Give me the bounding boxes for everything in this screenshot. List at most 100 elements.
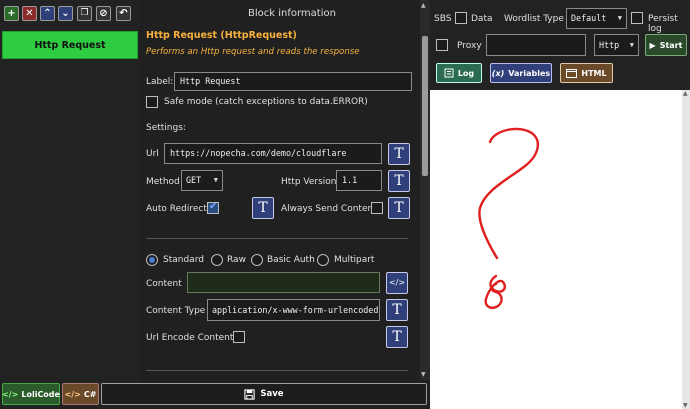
data-label: Data — [471, 14, 493, 24]
persist-log-checkbox[interactable] — [631, 12, 643, 24]
scroll-down-icon[interactable]: ▼ — [683, 402, 688, 409]
sbs-label: SBS — [434, 14, 452, 24]
csharp-button[interactable]: </> C# — [62, 383, 99, 405]
url-label: Url — [146, 149, 159, 159]
mode-standard-radio[interactable] — [146, 254, 158, 266]
block-info-panel: Block information Http Request (HttpRequ… — [140, 0, 430, 409]
variables-tab-button[interactable]: (x) Variables — [490, 63, 552, 83]
section-divider — [146, 238, 408, 239]
content-code-editor-button[interactable]: </> — [386, 272, 408, 294]
remove-block-button[interactable]: ✕ — [22, 6, 37, 21]
persist-log-label: Persist log — [648, 14, 678, 34]
html-icon — [566, 68, 578, 78]
proxy-checkbox[interactable] — [436, 39, 448, 51]
block-list-panel: + ✕ ⌃ ⌄ ❐ ⊘ ↶ Http Request </> LoliCode … — [0, 0, 140, 409]
http-version-variable-toggle-button[interactable]: T — [388, 170, 410, 192]
http-version-input[interactable]: 1.1 — [336, 170, 382, 191]
scroll-up-icon[interactable]: ▲ — [421, 2, 426, 9]
data-checkbox[interactable] — [455, 12, 467, 24]
log-icon — [444, 68, 454, 78]
block-item-http-request[interactable]: Http Request — [2, 31, 138, 59]
play-icon: ▶ — [649, 40, 656, 50]
variables-label: Variables — [508, 68, 551, 78]
lolicode-label: LoliCode — [21, 389, 60, 399]
mode-standard-label: Standard — [163, 255, 204, 265]
output-canvas[interactable] — [430, 90, 682, 409]
content-input[interactable] — [187, 272, 380, 293]
label-input[interactable]: Http Request — [174, 72, 412, 91]
undo-button[interactable]: ↶ — [116, 6, 131, 21]
csharp-label: C# — [83, 389, 97, 399]
start-button[interactable]: ▶ Start — [645, 34, 687, 56]
output-scrollbar[interactable]: ▲ ▼ — [682, 90, 690, 409]
url-encode-content-label: Url Encode Content — [146, 333, 234, 343]
lolicode-button[interactable]: </> LoliCode — [2, 383, 60, 405]
safe-mode-checkbox[interactable] — [146, 96, 158, 108]
proxy-input[interactable] — [486, 34, 586, 56]
mode-basic-auth-label: Basic Auth — [267, 255, 315, 265]
save-button[interactable]: Save — [101, 383, 427, 405]
method-label: Method — [146, 177, 180, 187]
block-description: Performs an Http request and reads the r… — [146, 47, 360, 57]
chevron-down-icon: ▼ — [629, 41, 634, 49]
html-tab-button[interactable]: HTML — [560, 63, 613, 83]
proxy-type-select[interactable]: Http ▼ — [594, 34, 639, 56]
url-encode-content-checkbox[interactable] — [233, 331, 245, 343]
add-block-button[interactable]: + — [4, 6, 19, 21]
html-label: HTML — [581, 68, 607, 78]
chevron-down-icon: ▼ — [213, 176, 218, 184]
mode-raw-label: Raw — [227, 255, 246, 265]
start-label: Start — [659, 40, 683, 50]
mode-basic-auth-radio[interactable] — [251, 254, 263, 266]
mode-multipart-radio[interactable] — [317, 254, 329, 266]
block-name: Http Request (HttpRequest) — [146, 30, 297, 41]
wordlist-type-label: Wordlist Type — [504, 14, 564, 24]
label-caption: Label: — [146, 77, 174, 87]
scroll-down-icon[interactable]: ▼ — [421, 371, 426, 378]
settings-heading: Settings: — [146, 123, 186, 133]
auto-redirect-checkbox[interactable] — [207, 201, 219, 214]
content-label: Content — [146, 279, 182, 289]
method-value: GET — [186, 175, 202, 185]
scroll-up-icon[interactable]: ▲ — [683, 90, 688, 97]
content-type-variable-toggle-button[interactable]: T — [386, 299, 408, 321]
section-divider — [146, 370, 408, 371]
save-icon — [244, 388, 256, 400]
always-send-content-variable-toggle-button[interactable]: T — [388, 197, 410, 219]
proxy-label: Proxy — [457, 41, 482, 51]
wordlist-type-select[interactable]: Default ▼ — [566, 8, 627, 29]
auto-redirect-variable-toggle-button[interactable]: T — [252, 197, 274, 219]
move-up-button[interactable]: ⌃ — [40, 6, 55, 21]
url-input[interactable]: https://nopecha.com/demo/cloudflare — [164, 143, 382, 164]
content-type-label: Content Type — [146, 306, 206, 316]
always-send-content-checkbox[interactable] — [371, 202, 383, 214]
always-send-content-label: Always Send Content — [281, 204, 377, 214]
log-tab-button[interactable]: Log — [436, 63, 482, 83]
wordlist-type-value: Default — [571, 13, 607, 23]
variables-icon: (x) — [491, 68, 505, 78]
debugger-controls: SBS Data Wordlist Type Default ▼ Persist… — [430, 0, 690, 90]
chevron-down-icon: ▼ — [617, 14, 622, 22]
debugger-panel: SBS Data Wordlist Type Default ▼ Persist… — [430, 0, 690, 409]
auto-redirect-label: Auto Redirect — [146, 204, 207, 214]
content-type-input[interactable]: application/x-www-form-urlencoded — [207, 299, 380, 321]
panel-title: Block information — [248, 8, 336, 19]
disable-block-button[interactable]: ⊘ — [96, 6, 111, 21]
log-label: Log — [457, 68, 475, 78]
mode-multipart-label: Multipart — [334, 255, 375, 265]
mode-raw-radio[interactable] — [211, 254, 223, 266]
save-label: Save — [260, 389, 284, 399]
code-icon: </> — [2, 389, 19, 399]
url-encode-variable-toggle-button[interactable]: T — [386, 326, 408, 348]
proxy-type-value: Http — [599, 40, 620, 50]
clone-block-button[interactable]: ❐ — [77, 6, 92, 21]
block-info-scrollbar[interactable]: ▲ ▼ — [420, 0, 430, 380]
http-version-label: Http Version — [281, 177, 337, 187]
method-select[interactable]: GET ▼ — [181, 170, 223, 191]
red-question-mark-scribble — [478, 127, 540, 309]
move-down-button[interactable]: ⌄ — [58, 6, 73, 21]
code-icon: </> — [64, 389, 81, 399]
scrollbar-thumb[interactable] — [422, 36, 428, 176]
url-variable-toggle-button[interactable]: T — [388, 143, 410, 165]
safe-mode-label: Safe mode (catch exceptions to data.ERRO… — [164, 97, 368, 107]
